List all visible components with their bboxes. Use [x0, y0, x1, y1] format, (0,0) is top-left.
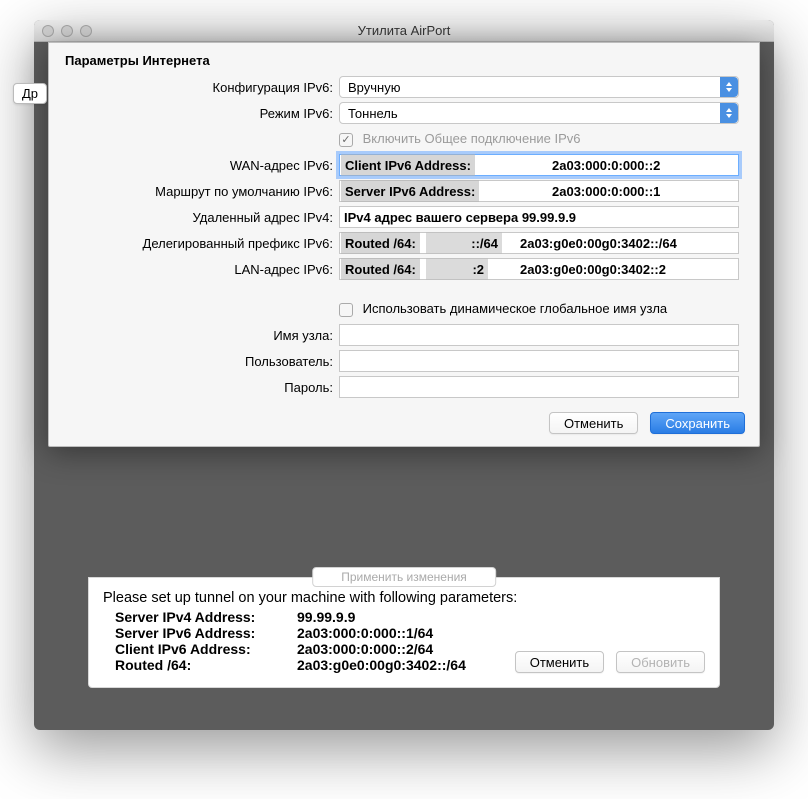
apply-button[interactable]: Применить изменения — [312, 567, 496, 587]
tunnel-line: Server IPv4 Address:99.99.9.9 — [103, 609, 705, 625]
wan-label: WAN-адрес IPv6: — [69, 158, 339, 173]
lower-panel: Применить изменения Please set up tunnel… — [88, 577, 720, 688]
ipv6-config-value: Вручную — [348, 80, 400, 95]
host-input[interactable] — [339, 324, 739, 346]
window-title: Утилита AirPort — [358, 23, 451, 38]
overlay-routed-value: 2a03:g0e0:00g0:3402::/64 — [520, 232, 677, 254]
chevron-updown-icon — [720, 77, 738, 97]
dialog-heading: Параметры Интернета — [49, 43, 759, 74]
ipv6-mode-select[interactable]: Тоннель — [339, 102, 739, 124]
enable-share-label: Включить Общее подключение IPv6 — [363, 131, 581, 146]
prefix-label: Делегированный префикс IPv6: — [69, 236, 339, 251]
save-button[interactable]: Сохранить — [650, 412, 745, 434]
user-label: Пользователь: — [69, 354, 339, 369]
overlay-remote4: IPv4 адрес вашего сервера 99.99.9.9 — [344, 206, 576, 228]
dyn-hostname-label: Использовать динамическое глобальное имя… — [363, 301, 668, 316]
wan-input[interactable]: Client IPv6 Address: 2a03:000:0:000::2 — [339, 154, 739, 176]
ipv6-config-label: Конфигурация IPv6: — [69, 80, 339, 95]
ipv6-mode-value: Тоннель — [348, 106, 398, 121]
overlay-lan-value: 2a03:g0e0:00g0:3402::2 — [520, 258, 666, 280]
chevron-updown-icon — [720, 103, 738, 123]
lan-label: LAN-адрес IPv6: — [69, 262, 339, 277]
internet-settings-dialog: Др Параметры Интернета Конфигурация IPv6… — [48, 42, 760, 447]
remote4-input[interactable]: IPv4 адрес вашего сервера 99.99.9.9 — [339, 206, 739, 228]
user-input[interactable] — [339, 350, 739, 372]
host-label: Имя узла: — [69, 328, 339, 343]
overlay-server-ipv6-label: Server IPv6 Address: — [341, 180, 479, 202]
close-icon[interactable] — [42, 25, 54, 37]
overlay-client-ipv6-value: 2a03:000:0:000::2 — [552, 154, 660, 176]
lower-cancel-button[interactable]: Отменить — [515, 651, 604, 673]
zoom-icon[interactable] — [80, 25, 92, 37]
lower-update-button[interactable]: Обновить — [616, 651, 705, 673]
tunnel-heading: Please set up tunnel on your machine wit… — [103, 590, 705, 606]
overlay-routed-mask: ::/64 — [426, 232, 502, 254]
pass-label: Пароль: — [69, 380, 339, 395]
minimize-icon[interactable] — [61, 25, 73, 37]
route-label: Маршрут по умолчанию IPv6: — [69, 184, 339, 199]
ipv6-mode-label: Режим IPv6: — [69, 106, 339, 121]
dyn-hostname-checkbox[interactable]: ✓ — [339, 303, 353, 317]
route-input[interactable]: Server IPv6 Address: 2a03:000:0:000::1 — [339, 180, 739, 202]
overlay-lan-label: Routed /64: — [341, 258, 420, 280]
traffic-lights — [42, 25, 92, 37]
overlay-client-ipv6-label: Client IPv6 Address: — [341, 154, 475, 176]
overlay-routed-label: Routed /64: — [341, 232, 420, 254]
title-bar: Утилита AirPort — [34, 20, 774, 42]
remote4-label: Удаленный адрес IPv4: — [69, 210, 339, 225]
cancel-button[interactable]: Отменить — [549, 412, 638, 434]
outer-window: Утилита AirPort Др Параметры Интернета К… — [34, 20, 774, 730]
pass-input[interactable] — [339, 376, 739, 398]
tunnel-line: Server IPv6 Address:2a03:000:0:000::1/64 — [103, 625, 705, 641]
overlay-lan-mask: :2 — [426, 258, 488, 280]
prefix-input[interactable]: Routed /64: ::/64 2a03:g0e0:00g0:3402::/… — [339, 232, 739, 254]
back-button[interactable]: Др — [13, 83, 47, 104]
enable-share-checkbox[interactable]: ✓ — [339, 133, 353, 147]
ipv6-config-select[interactable]: Вручную — [339, 76, 739, 98]
overlay-server-ipv6-value: 2a03:000:0:000::1 — [552, 180, 660, 202]
lan-input[interactable]: Routed /64: :2 2a03:g0e0:00g0:3402::2 — [339, 258, 739, 280]
